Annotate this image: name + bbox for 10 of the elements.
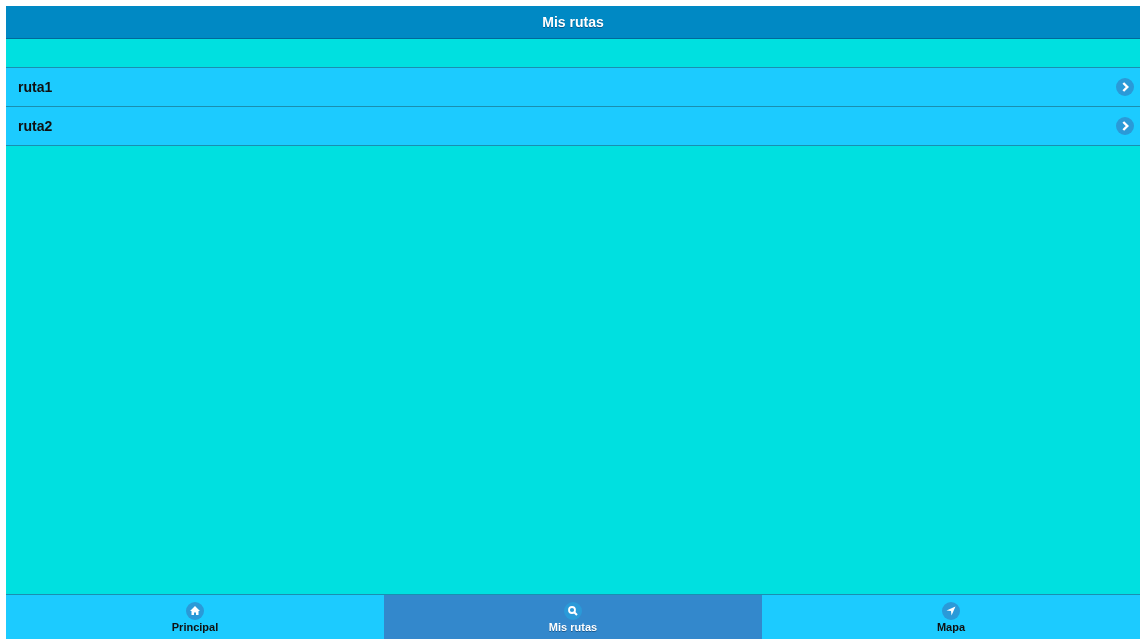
chevron-right-icon: [1116, 117, 1134, 135]
nav-tab[interactable]: Mis rutas: [384, 595, 762, 639]
search-icon: [564, 601, 582, 620]
route-item[interactable]: ruta1: [6, 68, 1140, 107]
route-item[interactable]: ruta2: [6, 107, 1140, 146]
page-title: Mis rutas: [542, 14, 604, 30]
chevron-right-icon: [1116, 78, 1134, 96]
nav-tab[interactable]: Principal: [6, 595, 384, 639]
home-icon: [186, 601, 204, 620]
nav-tab[interactable]: Mapa: [762, 595, 1140, 639]
